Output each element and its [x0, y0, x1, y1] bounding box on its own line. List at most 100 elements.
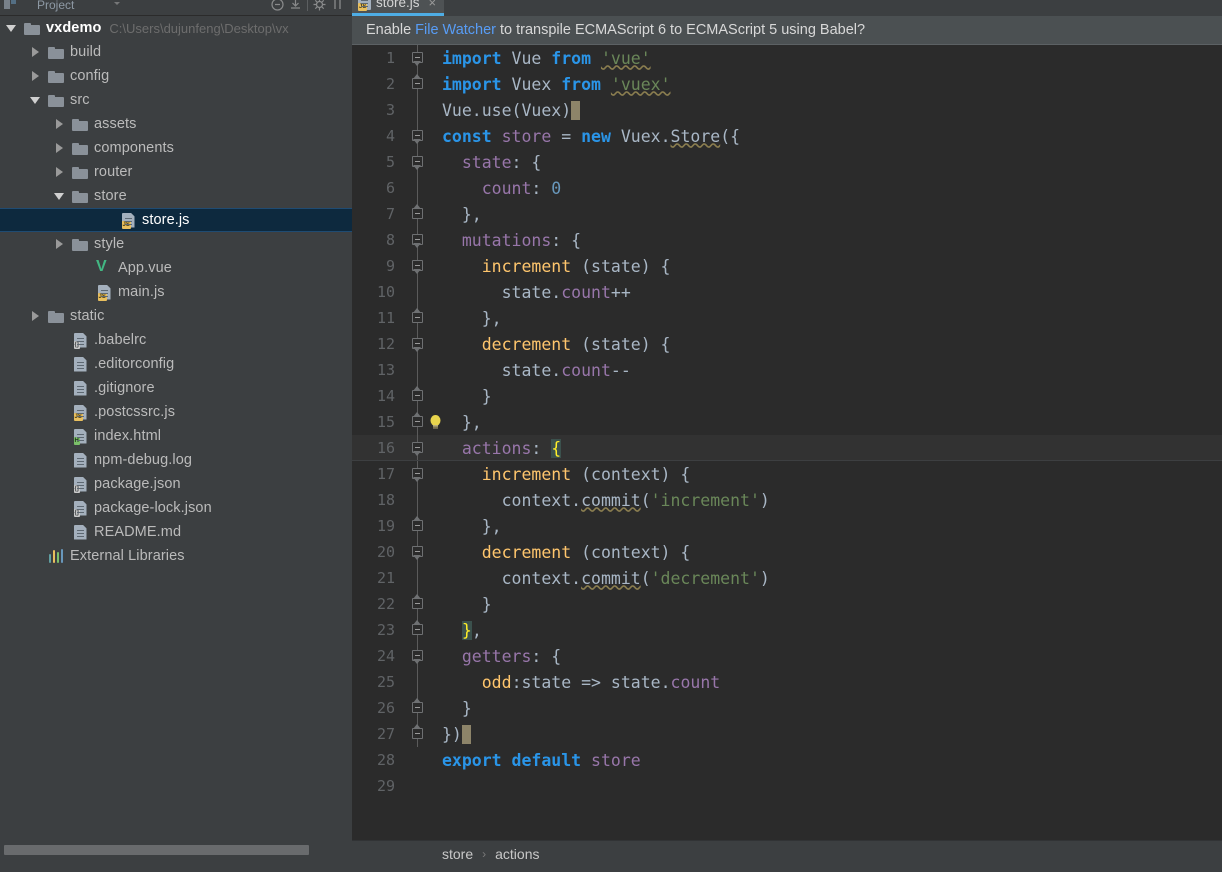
- line-number[interactable]: 15: [352, 413, 404, 431]
- code-line[interactable]: 13 state.count--: [352, 357, 1222, 383]
- code-line[interactable]: 18 context.commit('increment'): [352, 487, 1222, 513]
- code-line[interactable]: 10 state.count++: [352, 279, 1222, 305]
- code-line[interactable]: 27}): [352, 721, 1222, 747]
- fold-gutter[interactable]: [404, 45, 432, 71]
- tree-item[interactable]: {} package-lock.json: [0, 496, 352, 520]
- close-icon[interactable]: ×: [429, 0, 437, 10]
- tree-item-selected[interactable]: JS store.js: [0, 208, 352, 232]
- code-line[interactable]: 4 const store = new Vuex.Store({: [352, 123, 1222, 149]
- tree-item[interactable]: components: [0, 136, 352, 160]
- code-line[interactable]: 21 context.commit('decrement'): [352, 565, 1222, 591]
- line-number[interactable]: 20: [352, 543, 404, 561]
- tree-item[interactable]: .gitignore: [0, 376, 352, 400]
- fold-gutter[interactable]: [404, 149, 432, 175]
- fold-toggle-icon[interactable]: [412, 416, 423, 427]
- settings-gear-icon[interactable]: [313, 0, 326, 11]
- line-number[interactable]: 7: [352, 205, 404, 223]
- tree-item[interactable]: JS .postcssrc.js: [0, 400, 352, 424]
- fold-gutter[interactable]: [404, 591, 432, 617]
- chevron-right-icon[interactable]: [24, 304, 46, 328]
- tree-item[interactable]: JS main.js: [0, 280, 352, 304]
- chevron-right-icon[interactable]: [48, 232, 70, 256]
- fold-gutter[interactable]: [404, 253, 432, 279]
- line-number[interactable]: 22: [352, 595, 404, 613]
- code-line[interactable]: 17 increment (context) {: [352, 461, 1222, 487]
- line-number[interactable]: 9: [352, 257, 404, 275]
- project-tree[interactable]: vxdemo C:\Users\dujunfeng\Desktop\vx build…: [0, 16, 352, 844]
- tree-item[interactable]: build: [0, 40, 352, 64]
- tree-item[interactable]: App.vue: [0, 256, 352, 280]
- project-window-icon[interactable]: [4, 0, 17, 11]
- chevron-right-icon[interactable]: [24, 40, 46, 64]
- code-line[interactable]: 5 state: {: [352, 149, 1222, 175]
- tree-item[interactable]: npm-debug.log: [0, 448, 352, 472]
- tree-item[interactable]: config: [0, 64, 352, 88]
- code-line[interactable]: 22 }: [352, 591, 1222, 617]
- line-number[interactable]: 18: [352, 491, 404, 509]
- line-number[interactable]: 6: [352, 179, 404, 197]
- line-number[interactable]: 28: [352, 751, 404, 769]
- tree-item[interactable]: src: [0, 88, 352, 112]
- scrollbar-thumb[interactable]: [4, 845, 309, 855]
- fold-gutter[interactable]: [404, 435, 432, 461]
- code-line[interactable]: 29: [352, 773, 1222, 799]
- intention-lightbulb-icon[interactable]: [428, 414, 443, 430]
- fold-gutter[interactable]: [404, 565, 432, 591]
- chevron-right-icon[interactable]: [24, 64, 46, 88]
- line-number[interactable]: 17: [352, 465, 404, 483]
- tree-item[interactable]: vxdemo C:\Users\dujunfeng\Desktop\vx: [0, 16, 352, 40]
- hide-panel-icon[interactable]: [331, 0, 344, 11]
- fold-toggle-icon[interactable]: [412, 520, 423, 531]
- line-number[interactable]: 21: [352, 569, 404, 587]
- line-number[interactable]: 8: [352, 231, 404, 249]
- fold-toggle-icon[interactable]: [412, 598, 423, 609]
- line-number[interactable]: 14: [352, 387, 404, 405]
- code-line[interactable]: 23 },: [352, 617, 1222, 643]
- fold-toggle-icon[interactable]: [412, 702, 423, 713]
- fold-gutter[interactable]: [404, 773, 432, 799]
- code-line[interactable]: 2 import Vuex from 'vuex': [352, 71, 1222, 97]
- code-line[interactable]: 26 }: [352, 695, 1222, 721]
- chevron-right-icon[interactable]: [48, 112, 70, 136]
- line-number[interactable]: 3: [352, 101, 404, 119]
- line-number[interactable]: 11: [352, 309, 404, 327]
- line-number[interactable]: 29: [352, 777, 404, 795]
- tree-item[interactable]: static: [0, 304, 352, 328]
- tree-item[interactable]: store: [0, 184, 352, 208]
- code-line[interactable]: 20 decrement (context) {: [352, 539, 1222, 565]
- code-line[interactable]: 3 Vue.use(Vuex): [352, 97, 1222, 123]
- code-line[interactable]: 24 getters: {: [352, 643, 1222, 669]
- fold-gutter[interactable]: [404, 695, 432, 721]
- code-line[interactable]: 19 },: [352, 513, 1222, 539]
- tree-item[interactable]: style: [0, 232, 352, 256]
- line-number[interactable]: 5: [352, 153, 404, 171]
- line-number[interactable]: 4: [352, 127, 404, 145]
- fold-toggle-icon[interactable]: [412, 78, 423, 89]
- tree-item[interactable]: External Libraries: [0, 544, 352, 568]
- code-line[interactable]: 8 mutations: {: [352, 227, 1222, 253]
- fold-gutter[interactable]: [404, 97, 432, 123]
- chevron-down-icon[interactable]: [24, 88, 46, 112]
- chevron-right-icon[interactable]: [48, 160, 70, 184]
- chevron-right-icon[interactable]: [48, 136, 70, 160]
- fold-gutter[interactable]: [404, 461, 432, 487]
- fold-gutter[interactable]: [404, 201, 432, 227]
- fold-toggle-icon[interactable]: [412, 208, 423, 219]
- breadcrumb-item[interactable]: store: [442, 846, 473, 862]
- tree-item[interactable]: router: [0, 160, 352, 184]
- code-line[interactable]: 1 import Vue from 'vue': [352, 45, 1222, 71]
- line-number[interactable]: 16: [352, 439, 404, 457]
- fold-gutter[interactable]: [404, 357, 432, 383]
- fold-gutter[interactable]: [404, 539, 432, 565]
- fold-gutter[interactable]: [404, 71, 432, 97]
- line-number[interactable]: 25: [352, 673, 404, 691]
- chevron-down-icon[interactable]: [0, 16, 22, 40]
- code-line[interactable]: 15 },: [352, 409, 1222, 435]
- fold-gutter[interactable]: [404, 487, 432, 513]
- fold-toggle-icon[interactable]: [412, 312, 423, 323]
- expand-all-icon[interactable]: [289, 0, 302, 11]
- code-editor[interactable]: 1 import Vue from 'vue' 2 import Vuex from …: [352, 45, 1222, 835]
- line-number[interactable]: 1: [352, 49, 404, 67]
- code-line[interactable]: 9 increment (state) {: [352, 253, 1222, 279]
- fold-gutter[interactable]: [404, 123, 432, 149]
